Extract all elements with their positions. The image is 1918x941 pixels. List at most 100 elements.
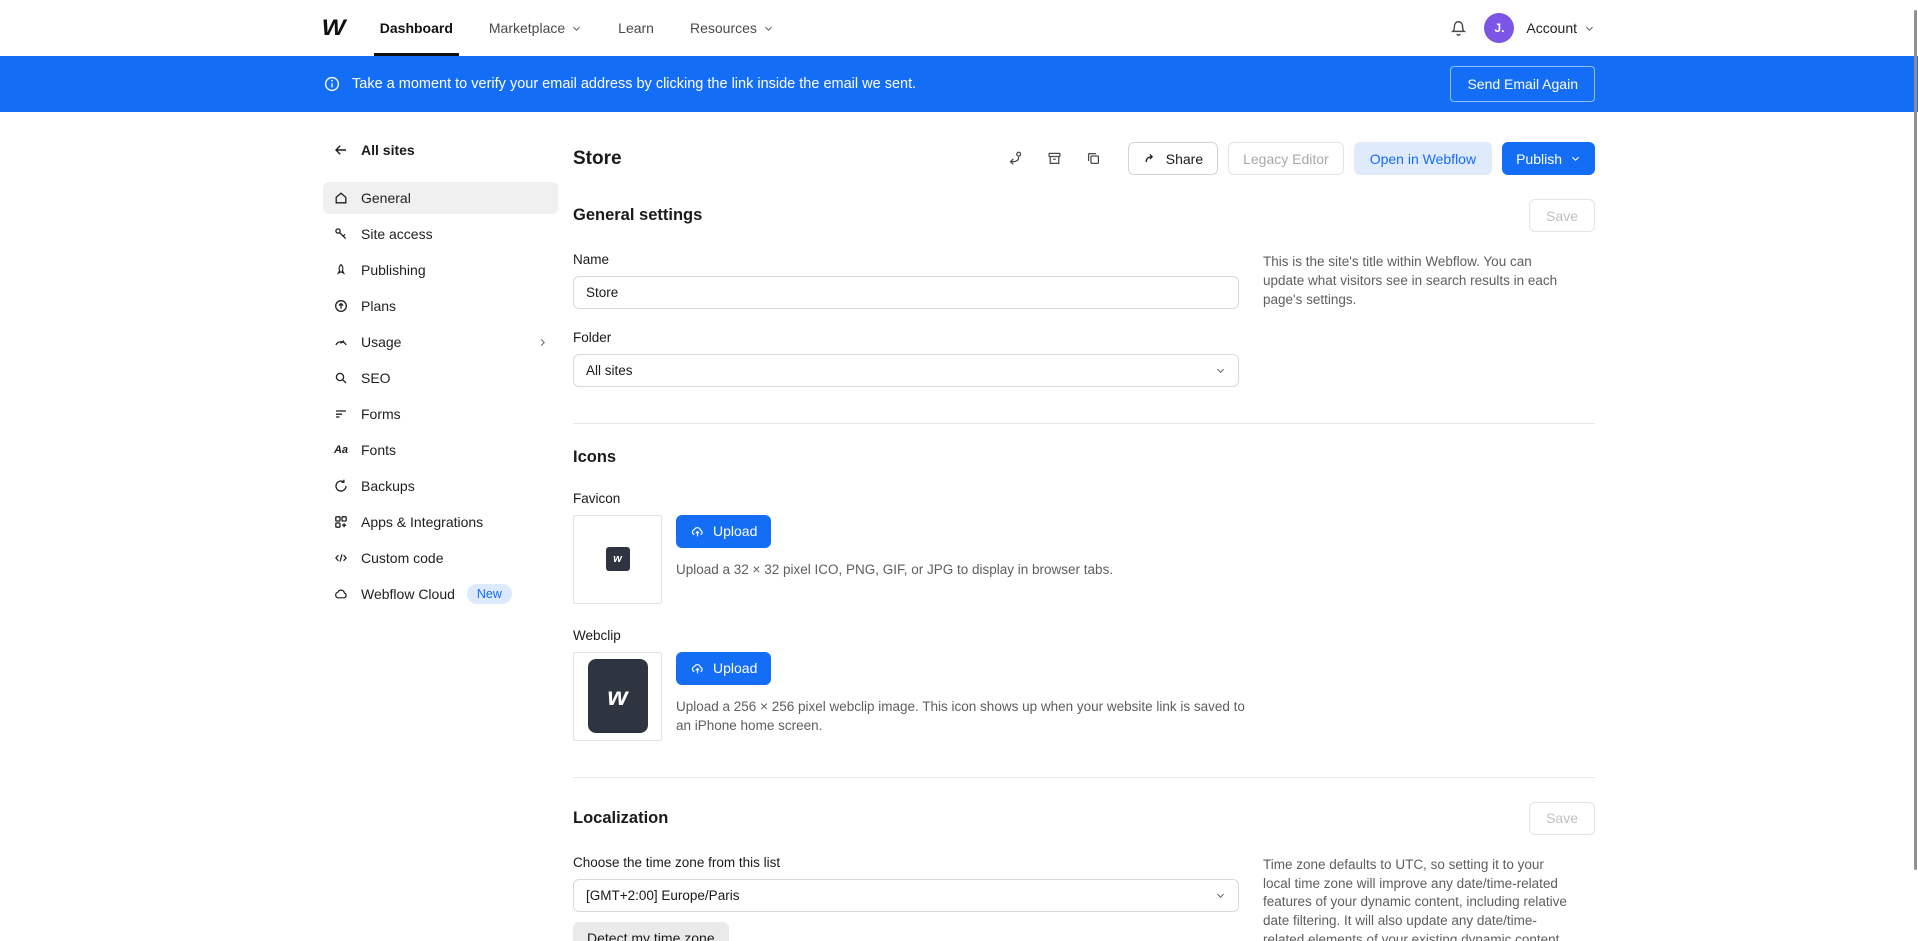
- nav-item-learn[interactable]: Learn: [618, 0, 654, 56]
- icons-heading: Icons: [573, 448, 616, 467]
- sidebar-item-general[interactable]: General: [323, 182, 558, 214]
- sidebar-item-backups[interactable]: Backups: [323, 470, 558, 502]
- sidebar-item-seo[interactable]: SEO: [323, 362, 558, 394]
- upload-cloud-icon: [690, 661, 705, 676]
- share-arrow-icon: [1143, 151, 1158, 166]
- chevron-down-icon: [571, 23, 582, 34]
- nav-item-marketplace[interactable]: Marketplace: [489, 0, 582, 56]
- timezone-select[interactable]: [GMT+2:00] Europe/Paris: [573, 879, 1239, 912]
- sidebar-item-label: General: [361, 190, 411, 206]
- general-save-button[interactable]: Save: [1529, 199, 1595, 232]
- sidebar-item-usage[interactable]: Usage: [323, 326, 558, 358]
- sidebar-item-label: Apps & Integrations: [361, 514, 483, 530]
- info-icon: [323, 75, 341, 93]
- folder-label: Folder: [573, 330, 1239, 345]
- timezone-help-text: Time zone defaults to UTC, so setting it…: [1263, 855, 1569, 941]
- nav-label: Marketplace: [489, 20, 565, 36]
- sidebar-item-forms[interactable]: Forms: [323, 398, 558, 430]
- email-verification-banner: Take a moment to verify your email addre…: [0, 56, 1918, 112]
- timezone-select-value: [GMT+2:00] Europe/Paris: [586, 888, 739, 903]
- back-to-all-sites[interactable]: All sites: [323, 142, 558, 158]
- transfer-icon: [1007, 150, 1024, 167]
- grid-plus-icon: [333, 514, 349, 530]
- section-divider: [573, 777, 1595, 778]
- webclip-help-text: Upload a 256 × 256 pixel webclip image. …: [676, 697, 1246, 736]
- webclip-thumbnail: w: [588, 659, 648, 733]
- favicon-label: Favicon: [573, 491, 1595, 506]
- gauge-icon: [333, 334, 349, 350]
- arrow-left-icon: [333, 142, 349, 158]
- fonts-icon: Aa: [333, 444, 349, 456]
- general-settings-heading: General settings: [573, 206, 702, 225]
- sidebar-item-plans[interactable]: Plans: [323, 290, 558, 322]
- publish-button[interactable]: Publish: [1502, 142, 1595, 175]
- key-icon: [333, 226, 349, 242]
- upload-label: Upload: [713, 523, 757, 539]
- settings-sidebar: All sites General Site access Publishing…: [323, 142, 558, 941]
- sidebar-item-publishing[interactable]: Publishing: [323, 254, 558, 286]
- upload-cloud-icon: [690, 524, 705, 539]
- share-label: Share: [1166, 151, 1203, 167]
- sidebar-item-label: Forms: [361, 406, 401, 422]
- banner-message: Take a moment to verify your email addre…: [352, 76, 916, 92]
- primary-nav: Dashboard Marketplace Learn Resources: [380, 0, 774, 56]
- webclip-label: Webclip: [573, 628, 1595, 643]
- send-email-again-button[interactable]: Send Email Again: [1450, 66, 1595, 102]
- page-scrollbar[interactable]: [1914, 10, 1917, 870]
- nav-item-resources[interactable]: Resources: [690, 0, 774, 56]
- section-divider: [573, 423, 1595, 424]
- localization-heading: Localization: [573, 809, 668, 828]
- favicon-preview: w: [573, 515, 662, 604]
- nav-label: Learn: [618, 20, 654, 36]
- sidebar-item-label: Backups: [361, 478, 415, 494]
- chevron-down-icon: [1215, 365, 1226, 376]
- webflow-logo-icon[interactable]: W: [322, 15, 344, 41]
- bell-icon: [1449, 19, 1468, 38]
- site-name-input[interactable]: [573, 276, 1239, 309]
- favicon-thumbnail: w: [606, 547, 630, 571]
- new-badge: New: [467, 584, 512, 604]
- home-icon: [333, 190, 349, 206]
- top-navigation-bar: W Dashboard Marketplace Learn Resources: [0, 0, 1918, 56]
- nav-label: Dashboard: [380, 20, 453, 36]
- sidebar-item-webflow-cloud[interactable]: Webflow Cloud New: [323, 578, 558, 610]
- detect-timezone-button[interactable]: Detect my time zone: [573, 922, 729, 941]
- account-menu[interactable]: Account: [1526, 20, 1595, 36]
- account-label: Account: [1526, 20, 1577, 36]
- chevron-right-icon: [537, 337, 548, 348]
- transfer-site-button[interactable]: [1003, 146, 1028, 171]
- webclip-preview: w: [573, 652, 662, 741]
- localization-save-button[interactable]: Save: [1529, 802, 1595, 835]
- timezone-label: Choose the time zone from this list: [573, 855, 1239, 870]
- avatar[interactable]: J.: [1484, 13, 1514, 43]
- arrow-up-circle-icon: [333, 298, 349, 314]
- duplicate-site-button[interactable]: [1081, 146, 1106, 171]
- legacy-editor-button[interactable]: Legacy Editor: [1228, 142, 1344, 175]
- folder-select[interactable]: All sites: [573, 354, 1239, 387]
- favicon-upload-button[interactable]: Upload: [676, 515, 771, 548]
- sidebar-item-apps-integrations[interactable]: Apps & Integrations: [323, 506, 558, 538]
- open-in-webflow-button[interactable]: Open in Webflow: [1354, 142, 1492, 175]
- archive-site-button[interactable]: [1042, 146, 1067, 171]
- sidebar-item-custom-code[interactable]: Custom code: [323, 542, 558, 574]
- cloud-icon: [333, 586, 349, 602]
- page-title: Store: [573, 148, 622, 170]
- notifications-button[interactable]: [1445, 15, 1472, 42]
- sidebar-item-label: Custom code: [361, 550, 443, 566]
- list-lines-icon: [333, 406, 349, 422]
- folder-select-value: All sites: [586, 363, 633, 378]
- sidebar-item-site-access[interactable]: Site access: [323, 218, 558, 250]
- favicon-help-text: Upload a 32 × 32 pixel ICO, PNG, GIF, or…: [676, 560, 1113, 580]
- sidebar-item-label: Usage: [361, 334, 401, 350]
- sidebar-item-fonts[interactable]: Aa Fonts: [323, 434, 558, 466]
- share-button[interactable]: Share: [1128, 142, 1218, 175]
- sidebar-item-label: Site access: [361, 226, 433, 242]
- nav-item-dashboard[interactable]: Dashboard: [380, 0, 453, 56]
- chevron-down-icon: [1584, 23, 1595, 34]
- archive-icon: [1046, 150, 1063, 167]
- webclip-upload-button[interactable]: Upload: [676, 652, 771, 685]
- rocket-icon: [333, 262, 349, 278]
- settings-content: Store Share Legacy Edit: [573, 142, 1595, 941]
- duplicate-icon: [1085, 150, 1102, 167]
- search-icon: [333, 370, 349, 386]
